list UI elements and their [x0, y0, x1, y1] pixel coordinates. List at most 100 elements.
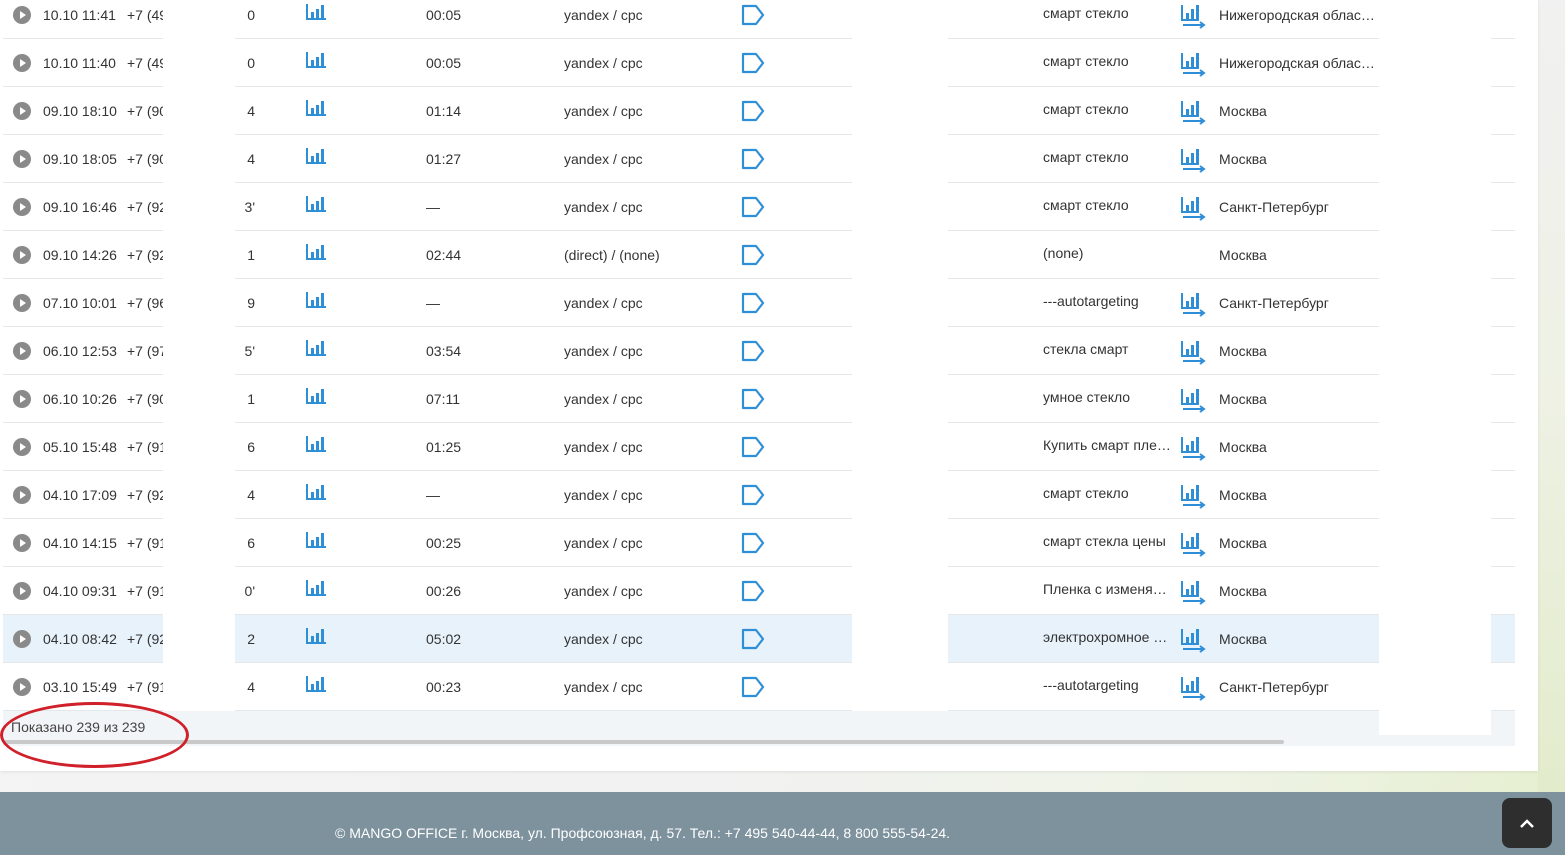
play-icon[interactable]	[13, 102, 31, 120]
line-number: 4	[247, 487, 255, 503]
line-number: 4	[247, 151, 255, 167]
call-duration: 00:05	[426, 7, 462, 23]
play-icon[interactable]	[13, 54, 31, 72]
caller-region: Москва	[1219, 583, 1267, 599]
signal-bars-icon[interactable]	[303, 39, 329, 87]
signal-bars-icon[interactable]	[303, 135, 329, 183]
play-icon[interactable]	[13, 198, 31, 216]
play-icon[interactable]	[13, 294, 31, 312]
chart-arrow-icon[interactable]	[1178, 0, 1208, 39]
search-keyword: смарт стекло	[1043, 485, 1129, 501]
play-icon[interactable]	[13, 678, 31, 696]
horizontal-scrollbar[interactable]	[3, 740, 1284, 744]
traffic-source: yandex / cpc	[564, 583, 643, 599]
signal-bars-icon[interactable]	[303, 519, 329, 567]
caller-phone: +7 (49	[127, 55, 163, 71]
tag-icon[interactable]	[739, 423, 769, 471]
traffic-source: yandex / cpc	[564, 487, 643, 503]
caller-region: Москва	[1219, 343, 1267, 359]
chart-arrow-icon[interactable]	[1178, 231, 1208, 279]
tag-icon[interactable]	[739, 135, 769, 183]
call-date: 05.10 15:48	[43, 439, 117, 455]
chevron-up-icon	[1519, 812, 1535, 834]
tag-icon[interactable]	[739, 567, 769, 615]
chart-arrow-icon[interactable]	[1178, 471, 1208, 519]
signal-bars-icon[interactable]	[303, 663, 329, 711]
signal-bars-icon[interactable]	[303, 615, 329, 663]
masked-column	[1379, 0, 1491, 735]
caller-region: Москва	[1219, 391, 1267, 407]
chart-arrow-icon[interactable]	[1178, 519, 1208, 567]
call-duration: —	[426, 487, 440, 503]
traffic-source: yandex / cpc	[564, 535, 643, 551]
chart-arrow-icon[interactable]	[1178, 615, 1208, 663]
signal-bars-icon[interactable]	[303, 375, 329, 423]
tag-icon[interactable]	[739, 183, 769, 231]
tag-icon[interactable]	[739, 231, 769, 279]
chart-arrow-icon[interactable]	[1178, 183, 1208, 231]
play-icon[interactable]	[13, 486, 31, 504]
traffic-source: yandex / cpc	[564, 391, 643, 407]
play-icon[interactable]	[13, 246, 31, 264]
chart-arrow-icon[interactable]	[1178, 39, 1208, 87]
chart-arrow-icon[interactable]	[1178, 663, 1208, 711]
caller-region: Москва	[1219, 151, 1267, 167]
signal-bars-icon[interactable]	[303, 471, 329, 519]
signal-bars-icon[interactable]	[303, 87, 329, 135]
play-icon[interactable]	[13, 582, 31, 600]
masked-column	[1379, 711, 1491, 735]
call-duration: 00:05	[426, 55, 462, 71]
caller-region: Нижегородская облас…	[1219, 7, 1375, 23]
tag-icon[interactable]	[739, 279, 769, 327]
chart-arrow-icon[interactable]	[1178, 279, 1208, 327]
call-duration: 07:11	[426, 391, 460, 407]
play-icon[interactable]	[13, 438, 31, 456]
annotation-circle	[0, 702, 189, 768]
tag-icon[interactable]	[739, 0, 769, 39]
chart-arrow-icon[interactable]	[1178, 567, 1208, 615]
tag-icon[interactable]	[739, 663, 769, 711]
tag-icon[interactable]	[739, 615, 769, 663]
play-icon[interactable]	[13, 150, 31, 168]
chart-arrow-icon[interactable]	[1178, 327, 1208, 375]
call-duration: 01:14	[426, 103, 462, 119]
tag-icon[interactable]	[739, 375, 769, 423]
masked-column	[163, 0, 235, 722]
search-keyword: Купить смарт пле…	[1043, 437, 1171, 453]
tag-icon[interactable]	[739, 39, 769, 87]
search-keyword: (none)	[1043, 245, 1084, 261]
chart-arrow-icon[interactable]	[1178, 375, 1208, 423]
caller-phone: +7 (96	[127, 295, 163, 311]
signal-bars-icon[interactable]	[303, 231, 329, 279]
call-duration: —	[426, 199, 440, 215]
chart-arrow-icon[interactable]	[1178, 423, 1208, 471]
caller-region: Санкт-Петербург	[1219, 199, 1329, 215]
traffic-source: yandex / cpc	[564, 679, 643, 695]
signal-bars-icon[interactable]	[303, 279, 329, 327]
play-icon[interactable]	[13, 342, 31, 360]
chart-arrow-icon[interactable]	[1178, 87, 1208, 135]
caller-region: Санкт-Петербург	[1219, 295, 1329, 311]
play-icon[interactable]	[13, 630, 31, 648]
caller-region: Москва	[1219, 439, 1267, 455]
traffic-source: yandex / cpc	[564, 631, 643, 647]
search-keyword: смарт стекло	[1043, 197, 1129, 213]
signal-bars-icon[interactable]	[303, 0, 329, 39]
tag-icon[interactable]	[739, 519, 769, 567]
chart-arrow-icon[interactable]	[1178, 135, 1208, 183]
scroll-to-top-button[interactable]	[1502, 798, 1552, 848]
tag-icon[interactable]	[739, 87, 769, 135]
play-icon[interactable]	[13, 534, 31, 552]
tag-icon[interactable]	[739, 327, 769, 375]
search-keyword: стекла смарт	[1043, 341, 1129, 357]
caller-phone: +7 (91	[127, 583, 163, 599]
signal-bars-icon[interactable]	[303, 423, 329, 471]
signal-bars-icon[interactable]	[303, 327, 329, 375]
tag-icon[interactable]	[739, 471, 769, 519]
signal-bars-icon[interactable]	[303, 567, 329, 615]
traffic-source: yandex / cpc	[564, 151, 643, 167]
call-duration: 00:25	[426, 535, 462, 551]
signal-bars-icon[interactable]	[303, 183, 329, 231]
play-icon[interactable]	[13, 390, 31, 408]
play-icon[interactable]	[13, 6, 31, 24]
